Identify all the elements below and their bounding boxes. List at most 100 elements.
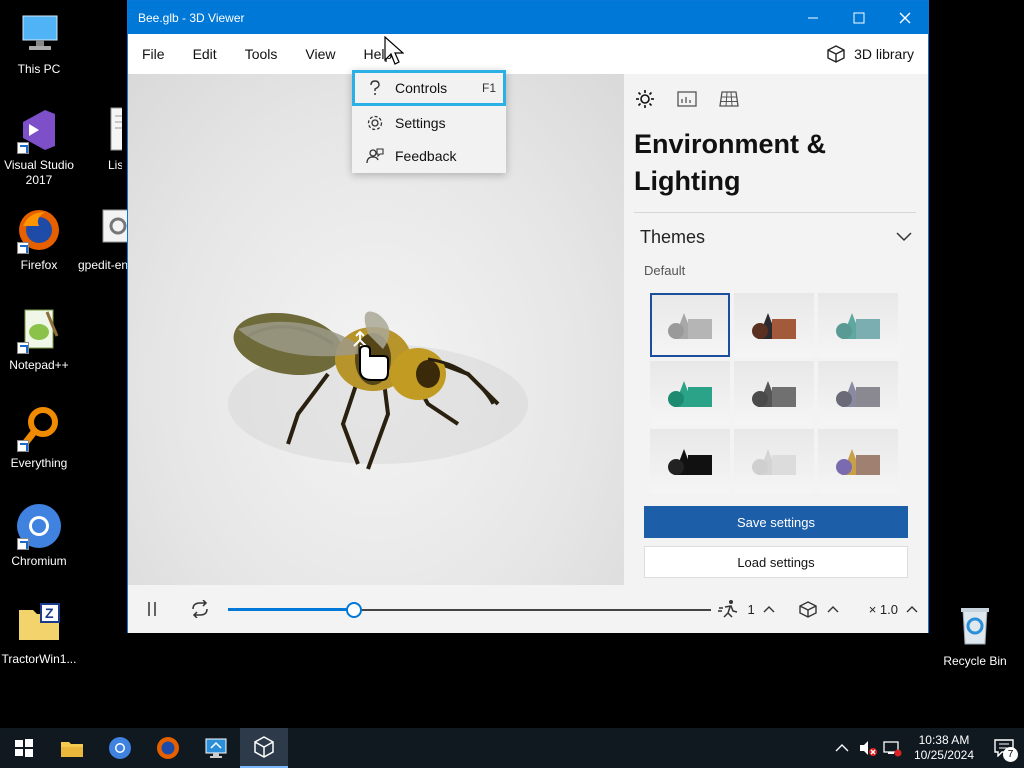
menu-edit[interactable]: Edit xyxy=(179,34,231,74)
menu-view[interactable]: View xyxy=(291,34,349,74)
menu-item-label: Feedback xyxy=(395,147,457,164)
shortcut-arrow-icon xyxy=(17,538,29,550)
desktop-icon-tractorwin[interactable]: Z TractorWin1... xyxy=(0,600,78,667)
timeline-thumb[interactable] xyxy=(345,602,362,618)
volume-muted-icon[interactable] xyxy=(858,739,878,757)
shortcut-arrow-icon xyxy=(17,440,29,452)
stats-chart-icon xyxy=(677,91,697,107)
environment-lighting-panel: Environment & Lighting Themes Default Sa… xyxy=(624,74,928,585)
tab-mesh[interactable] xyxy=(718,88,740,110)
title-bar[interactable]: Bee.glb - 3D Viewer xyxy=(128,1,928,34)
taskbar-chromium[interactable] xyxy=(96,728,144,768)
everything-search-icon xyxy=(15,404,63,452)
clock-time: 10:38 AM xyxy=(918,733,970,747)
action-center-button[interactable]: 7 xyxy=(984,728,1024,768)
chevron-up-icon[interactable] xyxy=(827,605,839,613)
menu-item-label: Settings xyxy=(395,114,446,131)
shortcut-arrow-icon xyxy=(17,342,29,354)
taskbar-firefox[interactable] xyxy=(144,728,192,768)
theme-swatch[interactable] xyxy=(734,361,814,425)
loop-icon xyxy=(192,600,208,618)
desktop-icon-list[interactable]: List xyxy=(82,106,122,173)
save-settings-button[interactable]: Save settings xyxy=(644,506,908,538)
pause-icon xyxy=(148,602,156,616)
remote-desktop-icon xyxy=(205,738,227,758)
maximize-button[interactable] xyxy=(836,1,882,34)
theme-grid xyxy=(650,293,898,493)
theme-swatch[interactable] xyxy=(650,361,730,425)
network-icon[interactable] xyxy=(882,739,902,757)
3d-library-label: 3D library xyxy=(854,46,914,62)
loop-button[interactable] xyxy=(188,585,212,633)
firefox-icon xyxy=(15,206,63,254)
running-speed-icon[interactable] xyxy=(717,599,739,619)
default-theme-label: Default xyxy=(644,263,686,278)
feedback-icon xyxy=(366,147,384,165)
close-button[interactable] xyxy=(882,1,928,34)
taskbar-remote-desktop[interactable] xyxy=(192,728,240,768)
folder-icon xyxy=(61,742,83,757)
clock[interactable]: 10:38 AM 10/25/2024 xyxy=(904,733,984,763)
shortcut-arrow-icon xyxy=(17,242,29,254)
desktop-icon-label: List xyxy=(108,158,122,172)
cube-transform-icon[interactable] xyxy=(797,600,819,618)
zoom-value: × 1.0 xyxy=(868,601,898,617)
cube-icon xyxy=(827,45,845,63)
themes-expander[interactable]: Themes xyxy=(624,213,928,249)
desktop-icon-this-pc[interactable]: This PC xyxy=(0,10,78,77)
clock-date: 10/25/2024 xyxy=(913,748,974,762)
theme-swatch[interactable] xyxy=(650,293,730,357)
desktop-icon-label: Chromium xyxy=(11,554,67,568)
desktop-icon-everything[interactable]: Everything xyxy=(0,404,78,471)
notepadpp-icon xyxy=(15,306,63,354)
desktop-icon-label: gpedit-en xyxy=(78,258,128,272)
theme-swatch[interactable] xyxy=(734,293,814,357)
theme-swatch[interactable] xyxy=(818,293,898,357)
chevron-up-icon[interactable] xyxy=(763,605,775,613)
chevron-up-icon[interactable] xyxy=(834,742,850,754)
taskbar-file-explorer[interactable] xyxy=(48,728,96,768)
gear-icon xyxy=(366,114,384,132)
theme-swatch[interactable] xyxy=(650,429,730,493)
minimize-button[interactable] xyxy=(790,1,836,34)
chromium-icon xyxy=(15,502,63,550)
load-settings-button[interactable]: Load settings xyxy=(644,546,908,578)
playbar-right-controls: 1 × 1.0 xyxy=(717,585,918,633)
theme-swatch[interactable] xyxy=(818,361,898,425)
maximize-icon xyxy=(853,12,865,23)
menu-tools[interactable]: Tools xyxy=(231,34,292,74)
document-icon xyxy=(100,106,122,154)
svg-text:Z: Z xyxy=(45,605,54,621)
start-button[interactable] xyxy=(0,728,48,768)
tab-stats[interactable] xyxy=(676,88,698,110)
timeline-progress xyxy=(228,608,354,611)
desktop-icon-chromium[interactable]: Chromium xyxy=(0,502,78,569)
desktop-icon-visual-studio[interactable]: Visual Studio 2017 xyxy=(0,106,78,188)
recycle-bin-icon xyxy=(951,602,999,650)
desktop-icon-label: Notepad++ xyxy=(9,358,69,372)
desktop-icon-firefox[interactable]: Firefox xyxy=(0,206,78,273)
desktop-icon-recycle-bin[interactable]: Recycle Bin xyxy=(936,602,1014,669)
desktop-icon-label: Visual Studio 2017 xyxy=(0,158,78,188)
menu-item-controls[interactable]: Controls F1 xyxy=(352,70,506,106)
tab-lighting[interactable] xyxy=(634,88,656,110)
chevron-up-icon[interactable] xyxy=(906,605,918,613)
menu-item-feedback[interactable]: Feedback xyxy=(352,139,506,172)
taskbar-3d-viewer[interactable] xyxy=(240,728,288,768)
close-icon xyxy=(899,12,911,23)
window-title: Bee.glb - 3D Viewer xyxy=(138,10,245,25)
desktop-icon-gpedit[interactable]: gpedit-en xyxy=(78,206,128,273)
menu-item-label: Controls xyxy=(395,80,448,96)
theme-swatch[interactable] xyxy=(818,429,898,493)
theme-swatch[interactable] xyxy=(734,429,814,493)
menu-item-settings[interactable]: Settings xyxy=(352,106,506,139)
taskbar: 10:38 AM 10/25/2024 7 xyxy=(0,728,1024,768)
desktop-icon-label: TractorWin1... xyxy=(1,652,77,666)
3d-library-button[interactable]: 3D library xyxy=(826,44,928,64)
desktop-icon-notepadpp[interactable]: Notepad++ xyxy=(0,306,78,373)
visual-studio-icon xyxy=(15,106,63,154)
pause-button[interactable] xyxy=(142,585,162,633)
animation-playbar: 1 × 1.0 xyxy=(128,585,928,633)
sun-icon xyxy=(636,90,654,108)
menu-file[interactable]: File xyxy=(128,34,179,74)
